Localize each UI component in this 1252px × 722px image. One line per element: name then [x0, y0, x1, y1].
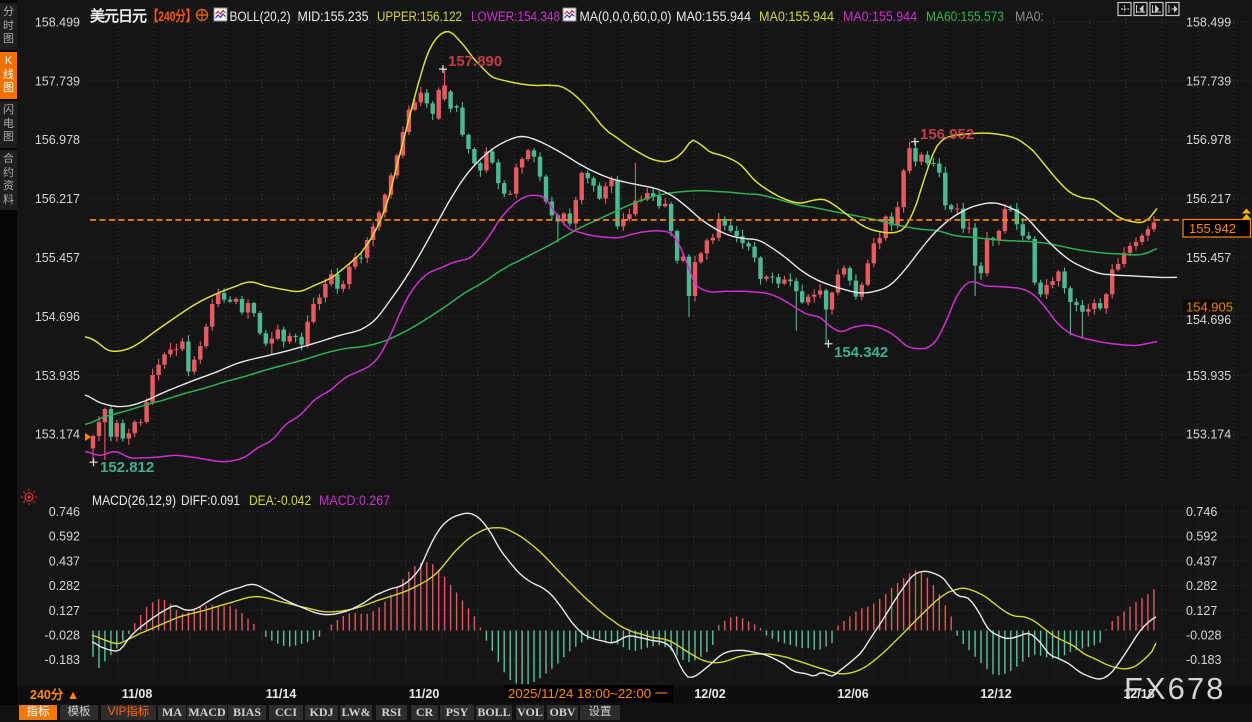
svg-text:-0.183: -0.183	[45, 653, 80, 667]
svg-text:11/14: 11/14	[266, 687, 297, 701]
svg-text:美元日元: 美元日元	[90, 7, 147, 25]
svg-text:156.217: 156.217	[35, 192, 80, 206]
svg-text:MA0:155.944: MA0:155.944	[676, 9, 751, 24]
svg-text:2025/11/24 18:00~22:00 一: 2025/11/24 18:00~22:00 一	[508, 686, 668, 701]
svg-text:MACD(26,12,9): MACD(26,12,9)	[92, 493, 176, 508]
svg-text:11/08: 11/08	[122, 687, 153, 701]
svg-text:0.746: 0.746	[1186, 505, 1217, 519]
svg-text:UPPER:156.122: UPPER:156.122	[377, 9, 462, 24]
svg-text:156.217: 156.217	[1186, 192, 1231, 206]
svg-text:153.174: 153.174	[1186, 428, 1231, 442]
svg-text:154.342: 154.342	[834, 344, 888, 361]
svg-text:153.935: 153.935	[35, 369, 80, 383]
svg-text:153.935: 153.935	[1186, 369, 1231, 383]
svg-text:156.978: 156.978	[1186, 133, 1231, 147]
svg-text:MA(0,0,0,60,0,0): MA(0,0,0,60,0,0)	[580, 9, 672, 24]
svg-text:12/12: 12/12	[980, 687, 1011, 701]
svg-text:0.127: 0.127	[49, 604, 80, 618]
svg-text:0.437: 0.437	[49, 554, 80, 568]
svg-text:【240分】: 【240分】	[148, 8, 196, 24]
svg-text:BOLL(20,2): BOLL(20,2)	[230, 9, 291, 24]
svg-text:0.282: 0.282	[49, 579, 80, 593]
svg-text:MID:155.235: MID:155.235	[298, 9, 369, 24]
svg-text:MA0:155.944: MA0:155.944	[843, 9, 917, 24]
svg-text:155.942: 155.942	[1189, 221, 1236, 236]
svg-text:157.739: 157.739	[1186, 74, 1231, 88]
svg-text:DIFF:0.091: DIFF:0.091	[181, 493, 240, 508]
svg-text:LOWER:154.348: LOWER:154.348	[471, 9, 560, 24]
svg-text:0.437: 0.437	[1186, 554, 1217, 568]
svg-text:157.890: 157.890	[448, 53, 502, 70]
svg-text:12/02: 12/02	[694, 687, 725, 701]
svg-text:155.457: 155.457	[1186, 251, 1231, 265]
svg-text:0.127: 0.127	[1186, 604, 1217, 618]
svg-text:-0.183: -0.183	[1186, 653, 1221, 667]
svg-text:152.812: 152.812	[100, 459, 154, 476]
svg-text:156.978: 156.978	[35, 133, 80, 147]
svg-text:-0.028: -0.028	[45, 629, 80, 643]
svg-text:12/06: 12/06	[837, 687, 868, 701]
svg-text:158.499: 158.499	[35, 16, 80, 30]
svg-text:240分 ▲: 240分 ▲	[30, 687, 79, 702]
svg-text:0.592: 0.592	[49, 530, 80, 544]
svg-text:0.592: 0.592	[1186, 530, 1217, 544]
svg-text:MA60:155.573: MA60:155.573	[926, 9, 1004, 24]
svg-text:MACD:0.267: MACD:0.267	[319, 493, 390, 508]
svg-text:MA0:: MA0:	[1015, 9, 1044, 24]
svg-text:156.952: 156.952	[920, 126, 974, 143]
svg-text:DEA:-0.042: DEA:-0.042	[249, 493, 311, 508]
svg-text:0.746: 0.746	[49, 505, 80, 519]
svg-text:11/20: 11/20	[409, 687, 440, 701]
svg-text:158.499: 158.499	[1186, 16, 1231, 30]
svg-text:154.696: 154.696	[1186, 313, 1231, 327]
svg-text:MA0:155.944: MA0:155.944	[759, 9, 834, 24]
svg-text:157.739: 157.739	[35, 74, 80, 88]
svg-text:155.457: 155.457	[35, 251, 80, 265]
svg-text:-0.028: -0.028	[1186, 629, 1221, 643]
svg-text:0.282: 0.282	[1186, 579, 1217, 593]
svg-text:154.696: 154.696	[35, 310, 80, 324]
svg-text:153.174: 153.174	[35, 428, 80, 442]
